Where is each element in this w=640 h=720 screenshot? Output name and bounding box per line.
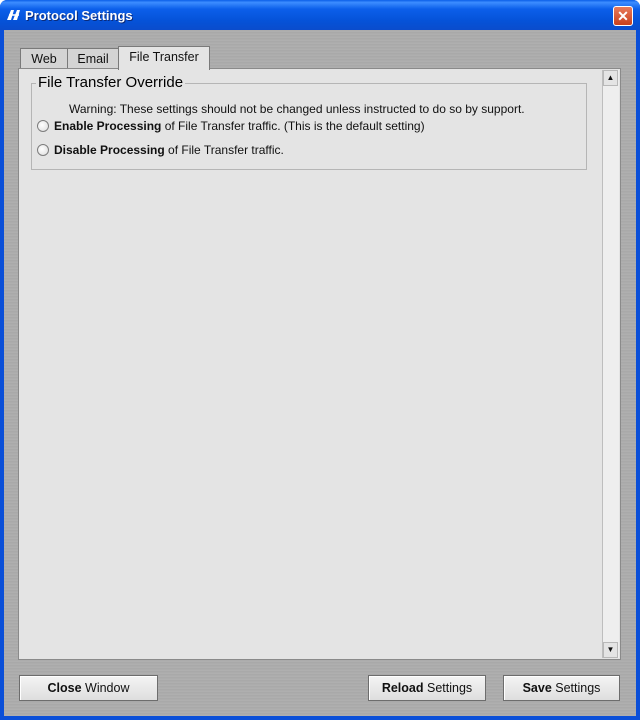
enable-processing-radio[interactable] — [37, 120, 49, 132]
reload-settings-label-rest: Settings — [423, 681, 473, 695]
scroll-up-icon[interactable]: ▲ — [603, 70, 618, 86]
scroll-down-icon[interactable]: ▼ — [603, 642, 618, 658]
save-settings-button[interactable]: Save Settings — [503, 675, 620, 701]
vertical-scrollbar[interactable]: ▲ ▼ — [602, 70, 619, 658]
window-title: Protocol Settings — [25, 8, 133, 23]
save-settings-label-rest: Settings — [551, 681, 601, 695]
reload-settings-button[interactable]: Reload Settings — [368, 675, 486, 701]
enable-processing-description: of File Transfer traffic. (This is the d… — [161, 119, 425, 133]
disable-processing-label: Disable Processing — [54, 143, 165, 157]
close-window-button[interactable]: Close Window — [19, 675, 158, 701]
app-logo-icon — [7, 10, 20, 20]
enable-processing-label: Enable Processing — [54, 119, 162, 133]
close-window-label-bold: Close — [47, 681, 82, 695]
close-icon[interactable]: ✕ — [613, 6, 633, 26]
disable-processing-radio[interactable] — [37, 144, 49, 156]
file-transfer-override-group: File Transfer Override Warning: These se… — [31, 74, 587, 170]
tab-email[interactable]: Email — [67, 48, 119, 69]
tab-file-transfer[interactable]: File Transfer — [118, 46, 210, 70]
protocol-settings-window: Protocol Settings ✕ Web Email File Trans… — [0, 0, 640, 720]
enable-processing-option[interactable]: Enable Processing of File Transfer traff… — [37, 119, 425, 133]
close-window-label-rest: Window — [81, 681, 130, 695]
scroll-content: File Transfer Override Warning: These se… — [20, 70, 601, 658]
disable-processing-description: of File Transfer traffic. — [164, 143, 284, 157]
window-client-area: Web Email File Transfer File Transfer Ov… — [4, 30, 636, 716]
save-settings-label-bold: Save — [522, 681, 552, 695]
warning-text: Warning: These settings should not be ch… — [69, 102, 525, 116]
reload-settings-label-bold: Reload — [381, 681, 424, 695]
disable-processing-option[interactable]: Disable Processing of File Transfer traf… — [37, 143, 284, 157]
tab-panel: File Transfer Override Warning: These se… — [18, 68, 621, 660]
tab-web[interactable]: Web — [20, 48, 68, 69]
group-title: File Transfer Override — [36, 74, 186, 91]
title-bar[interactable]: Protocol Settings ✕ — [0, 0, 640, 30]
